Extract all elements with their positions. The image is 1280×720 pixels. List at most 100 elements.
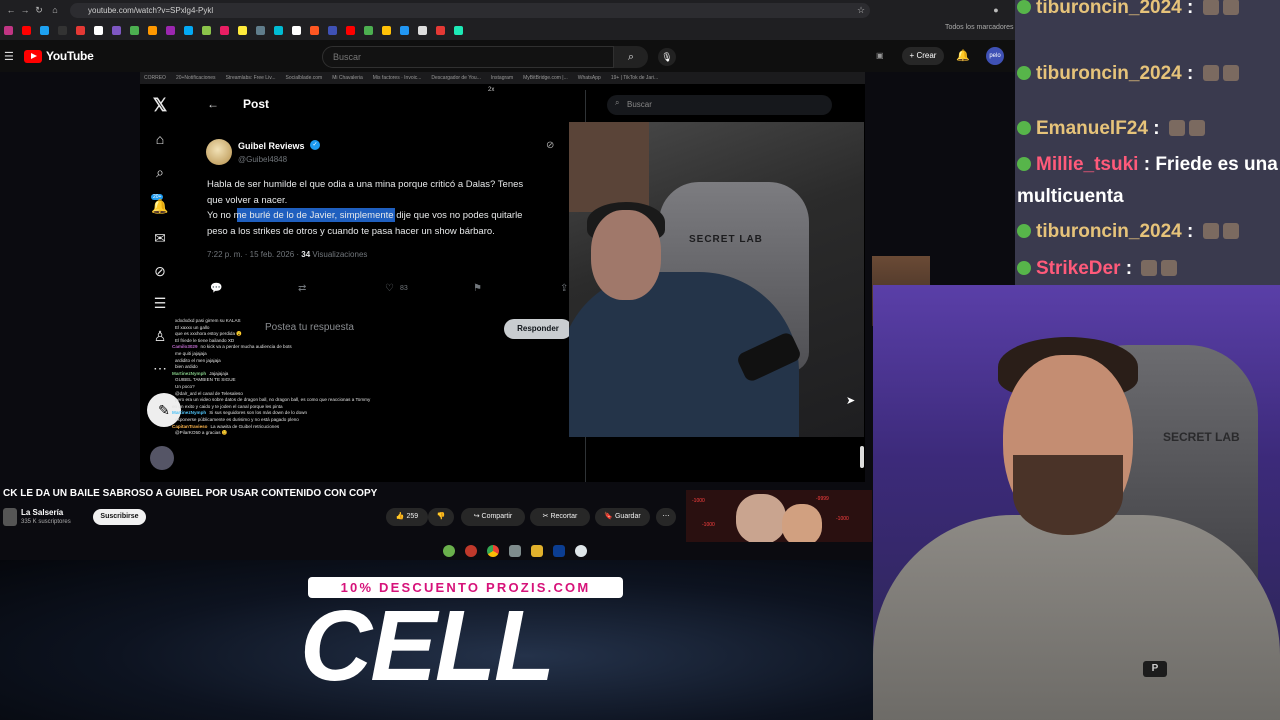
recommended-thumbnail[interactable]: -1000 -1000 -9999 -1000	[686, 490, 872, 542]
emote-icon	[1202, 0, 1219, 15]
small-chat-line: me quiti jajajaja	[172, 351, 372, 358]
star-icon[interactable]: ☆	[855, 4, 867, 16]
chat-username[interactable]: tiburoncin_2024	[1036, 221, 1182, 242]
share-button[interactable]: ↪ Compartir	[461, 508, 525, 526]
bell-icon[interactable]: 🔔	[956, 49, 970, 62]
bookmark-icon[interactable]	[400, 25, 409, 35]
avatar[interactable]: pelo	[986, 47, 1004, 65]
more-button[interactable]: ⋯	[656, 508, 676, 526]
bookmark-icon[interactable]	[454, 25, 463, 35]
home-icon: ⌂	[155, 131, 165, 147]
like-icon: ♡	[385, 283, 394, 294]
number-label: -1000	[836, 516, 849, 522]
all-bookmarks-folder[interactable]: Todos los marcadores	[945, 24, 1013, 31]
bookmark-icon[interactable]	[364, 25, 373, 35]
search-icon: ⌕	[156, 164, 164, 180]
address-bar[interactable]: youtube.com/watch?v=SPxlg4-Pykl	[70, 3, 870, 18]
bookmark-icon[interactable]	[220, 25, 229, 35]
bookmark-icon[interactable]	[238, 25, 247, 35]
chat-username[interactable]: Millie_tsuki	[1036, 154, 1138, 175]
bookmark-icon[interactable]	[436, 25, 445, 35]
bookmark-icon[interactable]	[130, 25, 139, 35]
photoshop-icon[interactable]	[553, 545, 565, 557]
app-icon[interactable]	[575, 545, 587, 557]
chat-username[interactable]: StrikeDer	[1036, 258, 1121, 279]
subscribe-button[interactable]: Suscribirse	[93, 509, 146, 525]
bookmark-icon[interactable]	[148, 25, 157, 35]
small-chat-line: GUIBEL TAMBIEN TE SIGUE	[172, 377, 372, 384]
chat-message: @PilarKO50 a gracias 😊	[175, 430, 228, 436]
home-icon[interactable]: ⌂	[49, 4, 61, 16]
bookmark-icon[interactable]	[292, 25, 301, 35]
scroll-handle[interactable]	[860, 446, 864, 468]
bookmark-icon[interactable]	[76, 25, 85, 35]
bookmark-icon[interactable]	[418, 25, 427, 35]
like-button[interactable]: 👍 259	[386, 508, 428, 526]
reload-icon[interactable]: ↻	[33, 4, 45, 16]
bookmark-icon[interactable]	[112, 25, 121, 35]
views-label: Visualizaciones	[310, 250, 368, 259]
channel-name[interactable]: La Salsería	[21, 508, 63, 517]
bookmark-icon[interactable]	[274, 25, 283, 35]
inner-bookmark: Socialblade.com	[285, 75, 323, 81]
bookmark-icon[interactable]	[256, 25, 265, 35]
person-1	[736, 494, 786, 542]
app-icon[interactable]	[443, 545, 455, 557]
bookmark-icon[interactable]	[4, 25, 13, 35]
search-input[interactable]: Buscar	[322, 46, 614, 68]
bookmark-icon[interactable]	[346, 25, 355, 35]
chrome-icon[interactable]	[487, 545, 499, 557]
save-button[interactable]: 🔖 Guardar	[595, 508, 650, 526]
chat-message: Jajajajaja	[209, 370, 229, 376]
chat-username[interactable]: EmanuelF24	[1036, 118, 1148, 139]
chat-username[interactable]: tiburoncin_2024	[1036, 0, 1182, 18]
clip-label: Recortar	[550, 513, 578, 520]
youtube-logo[interactable]: YouTube	[24, 49, 94, 63]
dislike-button[interactable]: 👎	[428, 508, 454, 526]
chat-username: MartinezNymph	[172, 410, 207, 416]
mic-icon[interactable]: 🎙	[658, 48, 676, 66]
back-icon[interactable]: ←	[5, 4, 17, 16]
badge-icon	[1017, 0, 1031, 14]
bookmark-icon[interactable]	[94, 25, 103, 35]
live-chat-panel: tiburoncin_2024 : tiburoncin_2024 : Eman…	[1015, 0, 1280, 285]
back-arrow-icon: ←	[207, 97, 219, 111]
bookmark-icon[interactable]	[166, 25, 175, 35]
menu-icon[interactable]: ☰	[4, 50, 14, 63]
chat-message: pero era un video sobre datos de dragon …	[172, 397, 371, 409]
bookmark-icon[interactable]	[22, 25, 31, 35]
taskbar-dock	[420, 543, 610, 559]
chat-username[interactable]: tiburoncin_2024	[1036, 63, 1182, 84]
grok-icon: ⊘	[546, 140, 555, 151]
chair-logo: SECRET LAB	[689, 234, 763, 245]
small-chat-line: Camilo3029 no kick va a perder mucha audi…	[172, 344, 372, 351]
chat-message: El xaxxx un gallo	[175, 324, 210, 330]
inner-bookmark: 20+Notificaciones	[175, 75, 216, 81]
bookmark-icon[interactable]	[382, 25, 391, 35]
number-label: -1000	[692, 498, 705, 504]
bookmark-icon[interactable]	[184, 25, 193, 35]
bookmark-icon[interactable]	[40, 25, 49, 35]
bookmark-icon[interactable]	[310, 25, 319, 35]
bookmark-icon[interactable]	[328, 25, 337, 35]
search-button[interactable]: ⌕	[614, 46, 648, 68]
chat-message: ardidito el men jajajaja	[175, 357, 221, 363]
cast-icon[interactable]: ▣	[876, 51, 884, 60]
small-chat-line: El friede le tiene bailando XD	[172, 338, 372, 345]
bookmark-icon[interactable]	[58, 25, 67, 35]
bookmark-icon: ⚑	[473, 283, 482, 294]
chat-message: bien ardido	[175, 364, 198, 370]
clip-button[interactable]: ✂ Recortar	[530, 508, 590, 526]
bookmark-icon[interactable]	[202, 25, 211, 35]
tweet-text: Habla de ser humilde el que odia a una m…	[207, 179, 524, 237]
create-button[interactable]: + Crear	[902, 47, 944, 65]
app-icon[interactable]	[509, 545, 521, 557]
chat-separator: :	[1181, 221, 1199, 242]
inner-bookmark: Instagram	[490, 75, 514, 81]
folder-icon[interactable]	[531, 545, 543, 557]
profile-icon[interactable]: ●	[990, 4, 1002, 16]
channel-avatar[interactable]	[3, 508, 17, 526]
app-icon[interactable]	[465, 545, 477, 557]
forward-icon[interactable]: →	[19, 4, 31, 16]
grok-icon: ⊘	[154, 263, 166, 279]
